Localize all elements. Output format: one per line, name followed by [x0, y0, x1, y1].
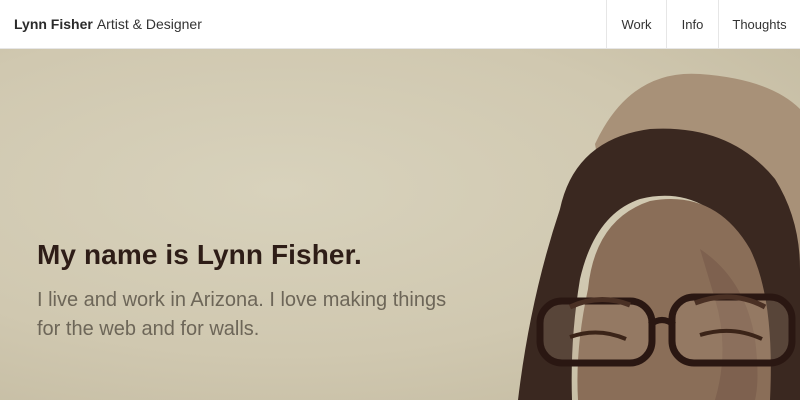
brand-tagline: Artist & Designer	[96, 16, 202, 32]
nav-link-info[interactable]: Info	[666, 0, 718, 49]
site-brand-link[interactable]: Lynn Fisher Artist & Designer	[14, 16, 202, 32]
brand-name: Lynn Fisher	[14, 16, 93, 32]
hero-intro-text: I live and work in Arizona. I love makin…	[37, 289, 447, 340]
top-navigation-bar: Lynn Fisher Artist & Designer Work Info T…	[0, 0, 800, 49]
hero-section: My name is Lynn Fisher. I live and work …	[0, 49, 800, 400]
hero-headline: My name is Lynn Fisher.	[37, 239, 362, 270]
main-nav: Work Info Thoughts	[606, 0, 800, 49]
nav-link-thoughts[interactable]: Thoughts	[718, 0, 800, 49]
portrait-photo	[518, 73, 800, 400]
nav-link-work[interactable]: Work	[606, 0, 666, 49]
